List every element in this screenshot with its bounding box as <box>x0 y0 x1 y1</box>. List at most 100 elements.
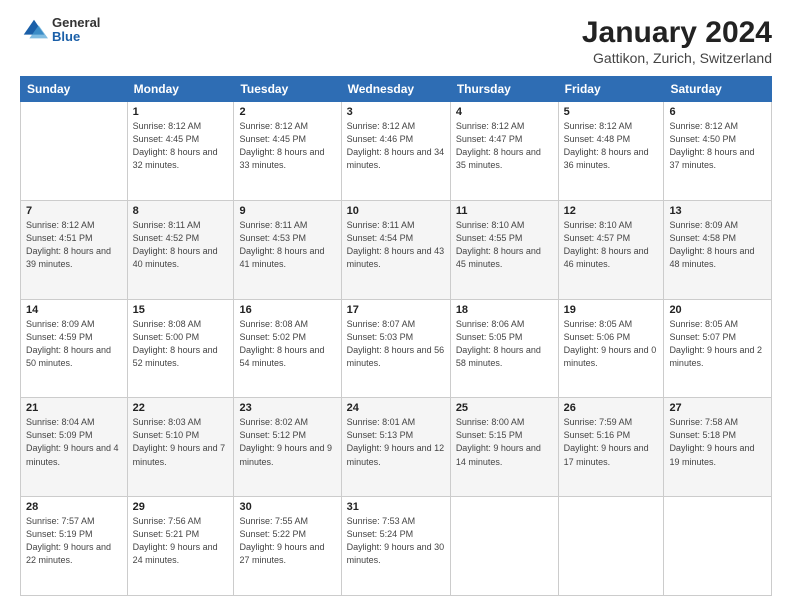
col-header-monday: Monday <box>127 77 234 102</box>
day-info: Sunrise: 8:00 AMSunset: 5:15 PMDaylight:… <box>456 416 553 468</box>
day-number: 7 <box>26 205 122 217</box>
logo-icon <box>20 16 48 44</box>
col-header-saturday: Saturday <box>664 77 772 102</box>
day-number: 13 <box>669 205 766 217</box>
week-row-2: 7Sunrise: 8:12 AMSunset: 4:51 PMDaylight… <box>21 200 772 299</box>
day-number: 21 <box>26 402 122 414</box>
calendar-cell: 12Sunrise: 8:10 AMSunset: 4:57 PMDayligh… <box>558 200 664 299</box>
day-number: 23 <box>239 402 335 414</box>
calendar-table: SundayMondayTuesdayWednesdayThursdayFrid… <box>20 76 772 596</box>
calendar-cell: 7Sunrise: 8:12 AMSunset: 4:51 PMDaylight… <box>21 200 128 299</box>
day-number: 14 <box>26 304 122 316</box>
calendar-cell: 18Sunrise: 8:06 AMSunset: 5:05 PMDayligh… <box>450 299 558 398</box>
day-info: Sunrise: 7:53 AMSunset: 5:24 PMDaylight:… <box>347 515 445 567</box>
page: General Blue January 2024 Gattikon, Zuri… <box>0 0 792 612</box>
day-info: Sunrise: 7:58 AMSunset: 5:18 PMDaylight:… <box>669 416 766 468</box>
day-info: Sunrise: 8:12 AMSunset: 4:45 PMDaylight:… <box>133 120 229 172</box>
day-info: Sunrise: 8:04 AMSunset: 5:09 PMDaylight:… <box>26 416 122 468</box>
week-row-4: 21 Sunrise: 8:04 AMSunset: 5:09 PMDayligh… <box>21 398 772 497</box>
calendar-cell: 14Sunrise: 8:09 AMSunset: 4:59 PMDayligh… <box>21 299 128 398</box>
calendar-cell: 26 Sunrise: 7:59 AMSunset: 5:16 PMDayligh… <box>558 398 664 497</box>
calendar-cell <box>21 102 128 201</box>
logo-text: General Blue <box>52 16 100 45</box>
day-info: Sunrise: 7:59 AMSunset: 5:16 PMDaylight:… <box>564 416 659 468</box>
day-info: Sunrise: 8:11 AMSunset: 4:53 PMDaylight:… <box>239 219 335 271</box>
calendar-cell: 25 Sunrise: 8:00 AMSunset: 5:15 PMDayligh… <box>450 398 558 497</box>
day-number: 15 <box>133 304 229 316</box>
calendar-cell: 24Sunrise: 8:01 AMSunset: 5:13 PMDayligh… <box>341 398 450 497</box>
day-info: Sunrise: 8:12 AMSunset: 4:47 PMDaylight:… <box>456 120 553 172</box>
location: Gattikon, Zurich, Switzerland <box>582 50 772 66</box>
calendar-cell: 8 Sunrise: 8:11 AMSunset: 4:52 PMDaylight… <box>127 200 234 299</box>
day-info: Sunrise: 8:05 AMSunset: 5:07 PMDaylight:… <box>669 318 766 370</box>
day-info: Sunrise: 7:55 AMSunset: 5:22 PMDaylight:… <box>239 515 335 567</box>
day-number: 29 <box>133 501 229 513</box>
day-number: 25 <box>456 402 553 414</box>
logo: General Blue <box>20 16 100 45</box>
month-title: January 2024 <box>582 16 772 50</box>
day-number: 9 <box>239 205 335 217</box>
day-info: Sunrise: 8:12 AMSunset: 4:50 PMDaylight:… <box>669 120 766 172</box>
day-number: 18 <box>456 304 553 316</box>
calendar-cell: 3 Sunrise: 8:12 AMSunset: 4:46 PMDaylight… <box>341 102 450 201</box>
day-number: 20 <box>669 304 766 316</box>
day-number: 22 <box>133 402 229 414</box>
day-number: 17 <box>347 304 445 316</box>
day-info: Sunrise: 8:11 AMSunset: 4:54 PMDaylight:… <box>347 219 445 271</box>
day-number: 12 <box>564 205 659 217</box>
calendar-cell: 20 Sunrise: 8:05 AMSunset: 5:07 PMDayligh… <box>664 299 772 398</box>
logo-blue: Blue <box>52 30 100 44</box>
calendar-cell: 2Sunrise: 8:12 AMSunset: 4:45 PMDaylight… <box>234 102 341 201</box>
day-number: 8 <box>133 205 229 217</box>
col-header-tuesday: Tuesday <box>234 77 341 102</box>
calendar-cell: 31 Sunrise: 7:53 AMSunset: 5:24 PMDayligh… <box>341 497 450 596</box>
day-number: 1 <box>133 106 229 118</box>
day-info: Sunrise: 7:57 AMSunset: 5:19 PMDaylight:… <box>26 515 122 567</box>
day-info: Sunrise: 8:12 AMSunset: 4:48 PMDaylight:… <box>564 120 659 172</box>
day-info: Sunrise: 8:09 AMSunset: 4:58 PMDaylight:… <box>669 219 766 271</box>
calendar-cell: 9 Sunrise: 8:11 AMSunset: 4:53 PMDaylight… <box>234 200 341 299</box>
day-number: 16 <box>239 304 335 316</box>
day-number: 6 <box>669 106 766 118</box>
calendar-cell: 16Sunrise: 8:08 AMSunset: 5:02 PMDayligh… <box>234 299 341 398</box>
day-number: 3 <box>347 106 445 118</box>
day-info: Sunrise: 8:02 AMSunset: 5:12 PMDaylight:… <box>239 416 335 468</box>
day-info: Sunrise: 7:56 AMSunset: 5:21 PMDaylight:… <box>133 515 229 567</box>
day-number: 26 <box>564 402 659 414</box>
day-number: 11 <box>456 205 553 217</box>
calendar-cell: 15 Sunrise: 8:08 AMSunset: 5:00 PMDayligh… <box>127 299 234 398</box>
calendar-cell: 19Sunrise: 8:05 AMSunset: 5:06 PMDayligh… <box>558 299 664 398</box>
day-info: Sunrise: 8:03 AMSunset: 5:10 PMDaylight:… <box>133 416 229 468</box>
calendar-cell: 13 Sunrise: 8:09 AMSunset: 4:58 PMDayligh… <box>664 200 772 299</box>
col-header-wednesday: Wednesday <box>341 77 450 102</box>
logo-general: General <box>52 16 100 30</box>
calendar-cell: 28Sunrise: 7:57 AMSunset: 5:19 PMDayligh… <box>21 497 128 596</box>
day-info: Sunrise: 8:11 AMSunset: 4:52 PMDaylight:… <box>133 219 229 271</box>
day-number: 2 <box>239 106 335 118</box>
calendar-cell <box>558 497 664 596</box>
header: General Blue January 2024 Gattikon, Zuri… <box>20 16 772 66</box>
calendar-cell: 23 Sunrise: 8:02 AMSunset: 5:12 PMDayligh… <box>234 398 341 497</box>
day-info: Sunrise: 8:08 AMSunset: 5:00 PMDaylight:… <box>133 318 229 370</box>
header-row: SundayMondayTuesdayWednesdayThursdayFrid… <box>21 77 772 102</box>
day-number: 27 <box>669 402 766 414</box>
calendar-cell: 27 Sunrise: 7:58 AMSunset: 5:18 PMDayligh… <box>664 398 772 497</box>
calendar-cell <box>664 497 772 596</box>
day-info: Sunrise: 8:07 AMSunset: 5:03 PMDaylight:… <box>347 318 445 370</box>
day-number: 10 <box>347 205 445 217</box>
week-row-3: 14Sunrise: 8:09 AMSunset: 4:59 PMDayligh… <box>21 299 772 398</box>
week-row-5: 28Sunrise: 7:57 AMSunset: 5:19 PMDayligh… <box>21 497 772 596</box>
title-block: January 2024 Gattikon, Zurich, Switzerla… <box>582 16 772 66</box>
col-header-thursday: Thursday <box>450 77 558 102</box>
week-row-1: 1 Sunrise: 8:12 AMSunset: 4:45 PMDaylight… <box>21 102 772 201</box>
calendar-cell: 17 Sunrise: 8:07 AMSunset: 5:03 PMDayligh… <box>341 299 450 398</box>
calendar-cell: 10 Sunrise: 8:11 AMSunset: 4:54 PMDayligh… <box>341 200 450 299</box>
day-info: Sunrise: 8:12 AMSunset: 4:46 PMDaylight:… <box>347 120 445 172</box>
day-number: 31 <box>347 501 445 513</box>
day-number: 19 <box>564 304 659 316</box>
calendar-cell: 11Sunrise: 8:10 AMSunset: 4:55 PMDayligh… <box>450 200 558 299</box>
day-info: Sunrise: 8:01 AMSunset: 5:13 PMDaylight:… <box>347 416 445 468</box>
calendar-cell: 21 Sunrise: 8:04 AMSunset: 5:09 PMDayligh… <box>21 398 128 497</box>
calendar-cell: 4Sunrise: 8:12 AMSunset: 4:47 PMDaylight… <box>450 102 558 201</box>
calendar-cell: 1 Sunrise: 8:12 AMSunset: 4:45 PMDaylight… <box>127 102 234 201</box>
